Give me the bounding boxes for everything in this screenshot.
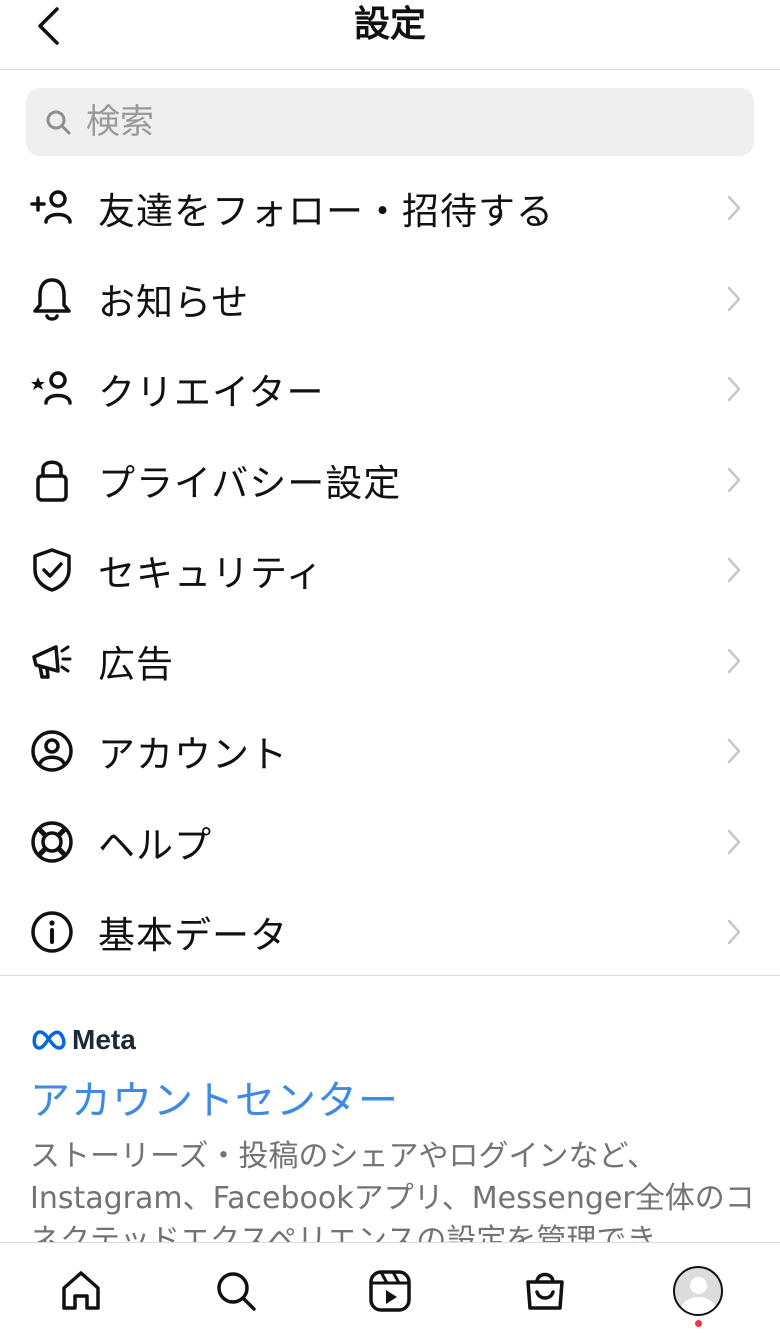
menu-item-account[interactable]: アカウント (0, 706, 780, 797)
account-center-description: ストーリーズ・投稿のシェアやログインなど、Instagram、Facebookア… (30, 1139, 755, 1246)
bottom-tab-bar (0, 1242, 780, 1335)
menu-label: セキュリティ (98, 552, 324, 596)
search-icon (217, 1272, 256, 1311)
search-input[interactable] (86, 102, 726, 142)
shop-icon (526, 1272, 564, 1310)
meta-logo: Meta (30, 1024, 136, 1056)
chevron-right-icon (724, 644, 744, 678)
star-person-icon (28, 365, 76, 413)
reels-icon (369, 1270, 411, 1312)
search-icon (44, 108, 72, 136)
lifebuoy-icon (28, 818, 76, 866)
menu-item-follow-invite[interactable]: 友達をフォロー・招待する (0, 163, 780, 254)
add-person-icon (28, 184, 76, 232)
menu-label: 広告 (98, 642, 174, 686)
chevron-right-icon (724, 553, 744, 587)
shield-check-icon (28, 546, 76, 594)
chevron-right-icon (724, 372, 744, 406)
bell-icon (28, 275, 76, 323)
chevron-right-icon (724, 463, 744, 497)
section-divider (0, 975, 780, 976)
chevron-right-icon (724, 191, 744, 225)
chevron-right-icon (724, 734, 744, 768)
home-icon (62, 1271, 100, 1310)
info-icon (28, 908, 76, 956)
menu-item-ads[interactable]: 広告 (0, 616, 780, 707)
account-center-link[interactable]: アカウントセンター (30, 1068, 399, 1126)
menu-item-notifications[interactable]: お知らせ (0, 254, 780, 345)
menu-label: アカウント (98, 733, 288, 777)
meta-infinity-icon (32, 1030, 66, 1050)
menu-item-privacy[interactable]: プライバシー設定 (0, 435, 780, 526)
search-bar[interactable] (26, 88, 754, 156)
meta-brand-text: Meta (72, 1024, 136, 1055)
lock-icon (28, 456, 76, 504)
megaphone-icon (28, 637, 76, 685)
notification-dot (695, 1320, 702, 1327)
chevron-right-icon (724, 915, 744, 949)
menu-label: お知らせ (98, 280, 250, 324)
menu-item-creator[interactable]: クリエイター (0, 344, 780, 435)
tab-home[interactable] (53, 1263, 109, 1319)
menu-label: クリエイター (98, 371, 325, 415)
settings-menu: 友達をフォロー・招待する お知らせ クリエイター プライバシー設定 セキュリティ… (0, 163, 780, 978)
menu-label: ヘルプ (98, 823, 212, 867)
menu-item-help[interactable]: ヘルプ (0, 797, 780, 888)
menu-label: プライバシー設定 (98, 461, 402, 505)
chevron-right-icon (724, 825, 744, 859)
tab-reels[interactable] (362, 1263, 418, 1319)
tab-shop[interactable] (517, 1263, 573, 1319)
profile-avatar (673, 1266, 723, 1316)
menu-item-about[interactable]: 基本データ (0, 887, 780, 978)
page-title: 設定 (353, 4, 426, 45)
menu-item-security[interactable]: セキュリティ (0, 525, 780, 616)
tab-profile[interactable] (670, 1263, 726, 1319)
tab-search[interactable] (208, 1263, 264, 1319)
header: 設定 (0, 0, 780, 70)
menu-label: 友達をフォロー・招待する (98, 190, 554, 234)
account-circle-icon (28, 727, 76, 775)
menu-label: 基本データ (98, 914, 288, 958)
chevron-right-icon (724, 282, 744, 316)
